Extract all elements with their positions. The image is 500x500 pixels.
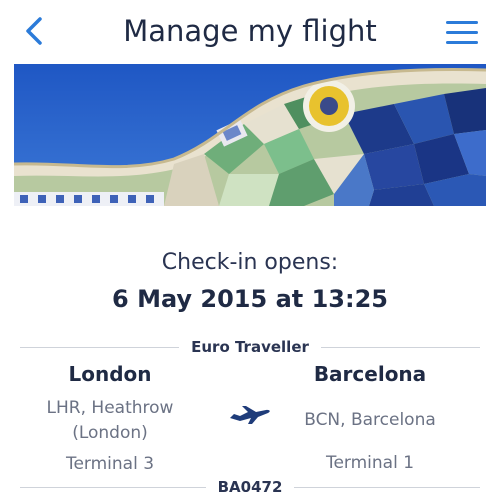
flight-number: BA0472: [217, 478, 283, 496]
cabin-class: Euro Traveller: [191, 338, 309, 356]
app-header: Manage my flight: [0, 0, 500, 64]
menu-button[interactable]: [444, 16, 480, 48]
origin-airport-line2: (London): [72, 423, 148, 443]
origin-info: London LHR, Heathrow (London) Terminal 3: [15, 362, 205, 474]
divider-line: [320, 346, 481, 348]
mosaic-bench-image: [14, 64, 486, 206]
page-title: Manage my flight: [123, 14, 377, 48]
divider-line: [20, 346, 180, 348]
destination-airport: BCN, Barcelona: [304, 410, 436, 430]
divider-line: [294, 486, 481, 488]
flight-route: London LHR, Heathrow (London) Terminal 3…: [0, 362, 500, 474]
origin-terminal: Terminal 3: [65, 454, 155, 474]
hero-image: [14, 64, 486, 206]
checkin-label: Check-in opens:: [161, 250, 339, 275]
cabin-divider: Euro Traveller: [20, 338, 481, 356]
origin-airport-line1: LHR, Heathrow: [46, 398, 174, 418]
destination-info: Barcelona BCN, Barcelona Terminal 1: [275, 362, 465, 473]
checkin-section: Check-in opens: 6 May 2015 at 13:25: [0, 250, 500, 313]
origin-airport: LHR, Heathrow (London): [15, 396, 205, 446]
divider-line: [20, 486, 206, 488]
checkin-date: 6 May 2015 at 13:25: [112, 285, 388, 313]
airplane-icon: [230, 406, 270, 424]
destination-city: Barcelona: [313, 362, 427, 386]
hamburger-menu-icon: [446, 21, 478, 44]
destination-terminal: Terminal 1: [325, 453, 415, 473]
origin-city: London: [68, 362, 152, 386]
flight-number-divider: BA0472: [20, 478, 481, 496]
